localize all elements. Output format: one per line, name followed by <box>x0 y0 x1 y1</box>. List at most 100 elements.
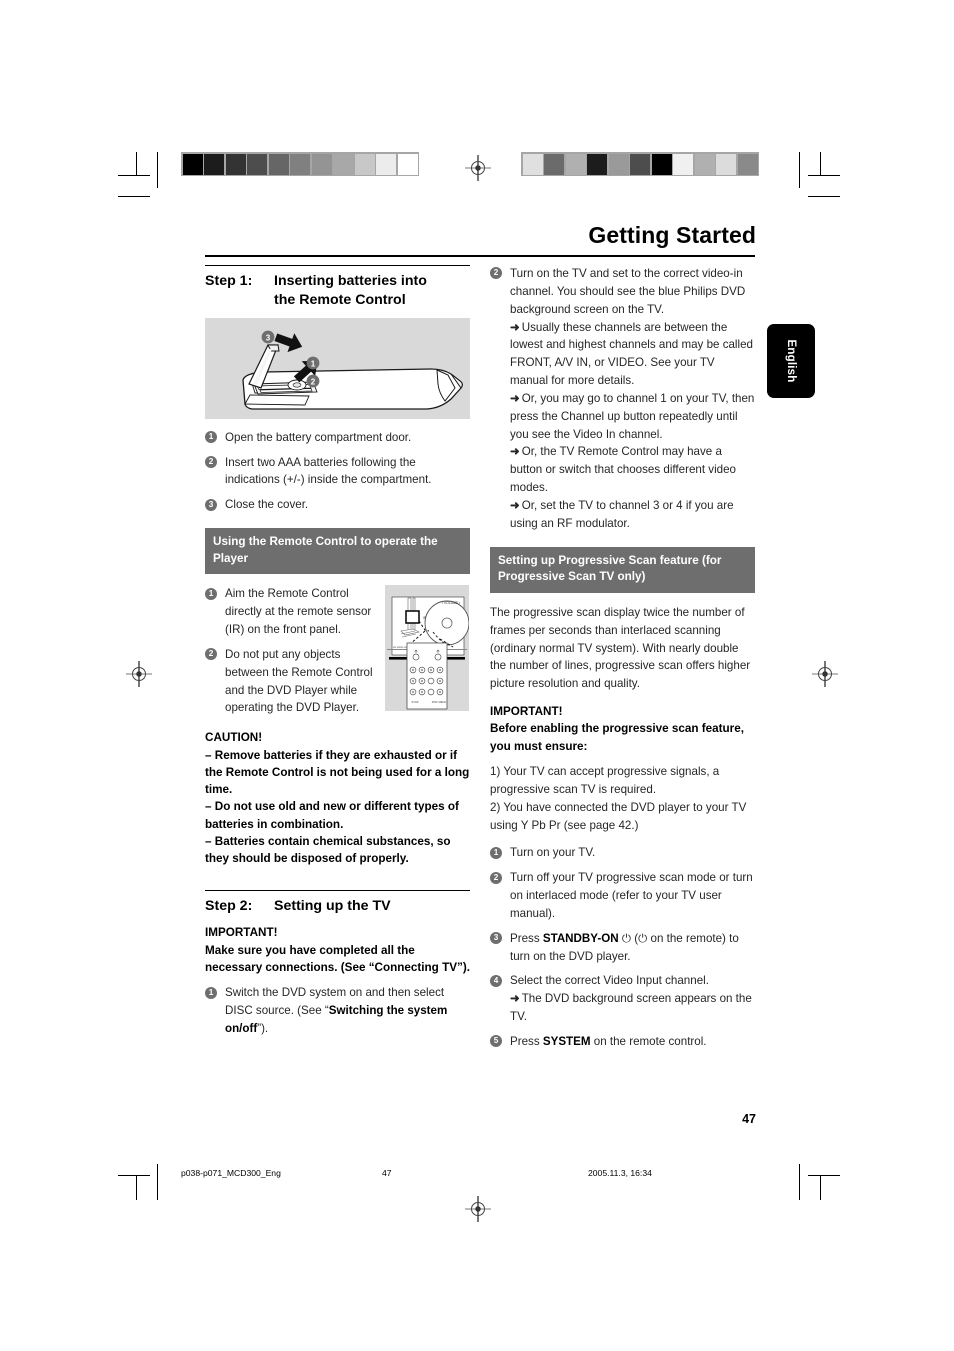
calibration-swatch <box>737 153 758 175</box>
footer-timestamp: 2005.11.3, 16:34 <box>588 1168 652 1178</box>
step2-title: Setting up the TV <box>274 898 391 915</box>
crop-mark-top-left-lower <box>118 196 150 198</box>
calibration-swatch <box>587 153 607 175</box>
list-item-number: 5 <box>490 1035 502 1048</box>
page-number: 47 <box>742 1112 756 1126</box>
list-item: 2 Turn off your TV progressive scan mode… <box>490 869 755 923</box>
calibration-swatch <box>204 153 224 175</box>
arrow-note-text: Usually these channels are between the l… <box>510 320 753 388</box>
arrow-note-text: Or, set the TV to channel 3 or 4 if you … <box>510 498 734 530</box>
registration-target-top <box>465 155 491 181</box>
list-item: 1 Switch the DVD system on and then sele… <box>205 984 470 1038</box>
step1-label: Step 1: <box>205 273 253 290</box>
list-item: 2 Do not put any objects between the Rem… <box>205 646 377 717</box>
footer-folio: 47 <box>382 1168 392 1178</box>
arrow-icon: ➜ <box>510 445 520 459</box>
list-item-text: Turn on the TV and set to the correct vi… <box>510 267 746 316</box>
calibration-swatch <box>268 153 289 175</box>
calibration-swatch <box>630 153 650 175</box>
grayscale-calibration-bar-left <box>181 152 419 176</box>
svg-text:▪▪▪ ▪▪▪▪▪▪ ▪▪▪▪: ▪▪▪ ▪▪▪▪▪▪ ▪▪▪▪ <box>393 645 409 649</box>
calibration-swatch <box>694 153 715 175</box>
svg-text:2: 2 <box>311 377 316 386</box>
svg-text:STOP: STOP <box>411 700 418 704</box>
list-item: 4 Select the correct Video Input channel… <box>490 972 755 1026</box>
progressive-point-2: 2) You have connected the DVD player to … <box>490 800 747 832</box>
svg-text:1: 1 <box>311 359 316 368</box>
crop-mark-top-right-lower <box>808 196 840 198</box>
list-item-number: 3 <box>205 498 217 511</box>
step2-important-block: IMPORTANT! Make sure you have completed … <box>205 924 470 976</box>
list-item: 2 Insert two AAA batteries following the… <box>205 454 470 490</box>
language-tab-label: English <box>785 339 797 383</box>
calibration-swatch <box>333 153 353 175</box>
step2-important-heading: IMPORTANT! <box>205 926 278 940</box>
list-item-number: 2 <box>205 648 217 661</box>
calibration-swatch <box>354 153 375 175</box>
arrow-note: ➜ Usually these channels are between the … <box>510 319 755 390</box>
standby-on-button-label: STANDBY-ON <box>542 931 619 945</box>
progressive-scan-section-banner: Setting up Progressive Scan feature (for… <box>490 546 755 593</box>
svg-text:3: 3 <box>266 333 271 342</box>
remote-steps-block: • VOLUME • IR ▪▪▪ ▪▪▪▪▪▪ ▪▪▪▪ STOP DISC … <box>205 585 470 717</box>
arrow-note-text: The DVD background screen appears on the… <box>510 992 752 1024</box>
progressive-important-points: 1) Your TV can accept progressive signal… <box>490 763 755 834</box>
step1-title-line1: Inserting batteries into <box>274 273 427 290</box>
list-item: 1 Aim the Remote Control directly at the… <box>205 585 377 639</box>
step2-rule <box>205 889 470 892</box>
registration-target-right <box>812 661 838 687</box>
calibration-swatch <box>565 153 586 175</box>
list-item-number: 2 <box>490 871 502 884</box>
progressive-point-1: 1) Your TV can accept progressive signal… <box>490 765 720 796</box>
caution-block: CAUTION! – Remove batteries if they are … <box>205 729 470 868</box>
system-button-label: SYSTEM <box>542 1035 591 1048</box>
arrow-icon: ➜ <box>510 992 520 1006</box>
header-divider <box>205 255 755 257</box>
list-item-number: 1 <box>205 986 217 999</box>
arrow-note-text: Or, you may go to channel 1 on your TV, … <box>510 391 755 441</box>
list-item-number: 3 <box>490 932 502 945</box>
list-item: 1 Turn on your TV. <box>490 844 755 862</box>
list-item: 5 Press SYSTEM on the remote control. <box>490 1033 755 1051</box>
list-item-text: Aim the Remote Control directly at the r… <box>225 587 372 637</box>
list-item: 3 Press STANDBY-ON ⏻ (⏻ on the remote) t… <box>490 930 755 966</box>
footer-filename: p038-p071_MCD300_Eng <box>181 1168 281 1178</box>
grayscale-calibration-bar-right <box>521 152 759 176</box>
crop-mark-bottom-right-vertical <box>820 1176 822 1200</box>
calibration-swatch <box>716 153 736 175</box>
caution-heading: CAUTION! <box>205 731 263 745</box>
arrow-icon: ➜ <box>510 320 520 334</box>
remote-instruction-list: 1 Aim the Remote Control directly at the… <box>205 585 377 717</box>
list-item-number: 4 <box>490 974 502 987</box>
calibration-swatch <box>225 153 246 175</box>
calibration-swatch <box>247 153 267 175</box>
list-item: 1 Open the battery compartment door. <box>205 429 470 447</box>
step2-important-text: Make sure you have completed all the nec… <box>205 943 470 974</box>
list-item-number: 1 <box>205 431 217 444</box>
list-item-text: Open the battery compartment door. <box>225 430 412 444</box>
calibration-swatch <box>608 153 629 175</box>
calibration-swatch <box>397 153 418 175</box>
svg-text:• VOLUME •: • VOLUME • <box>442 601 461 605</box>
list-item-number: 1 <box>490 846 502 859</box>
arrow-note: ➜ Or, the TV Remote Control may have a bu… <box>510 443 755 497</box>
progressive-instruction-list: 1 Turn on your TV. 2 Turn off your TV pr… <box>490 844 755 1050</box>
crop-mark-bottom-left-bleed <box>157 1164 159 1200</box>
crop-mark-bottom-right-horizontal <box>808 1175 840 1177</box>
caution-line: – Batteries contain chemical substances,… <box>205 835 451 866</box>
arrow-icon: ➜ <box>510 391 520 405</box>
list-item: 3 Close the cover. <box>205 496 470 514</box>
step1-heading: Step 1: Inserting batteries into the Rem… <box>205 272 470 308</box>
calibration-swatch <box>376 153 396 175</box>
list-item-text: Do not put any objects between the Remot… <box>225 647 373 715</box>
step1-title-line2: the Remote Control <box>274 291 406 308</box>
list-item-text: Insert two AAA batteries following the i… <box>225 455 432 487</box>
arrow-note: ➜ Or, you may go to channel 1 on your TV,… <box>510 390 755 444</box>
progressive-important-bold-line: Before enabling the progressive scan fea… <box>490 722 744 753</box>
document-page: Getting Started English Step 1: Insertin… <box>0 0 954 1351</box>
calibration-swatch <box>522 153 543 175</box>
calibration-swatch <box>290 153 310 175</box>
remote-control-battery-diagram: 3 2 1 <box>205 317 470 419</box>
remote-control-section-banner: Using the Remote Control to operate the … <box>205 528 470 575</box>
list-item-text-a: Press <box>510 1035 543 1048</box>
